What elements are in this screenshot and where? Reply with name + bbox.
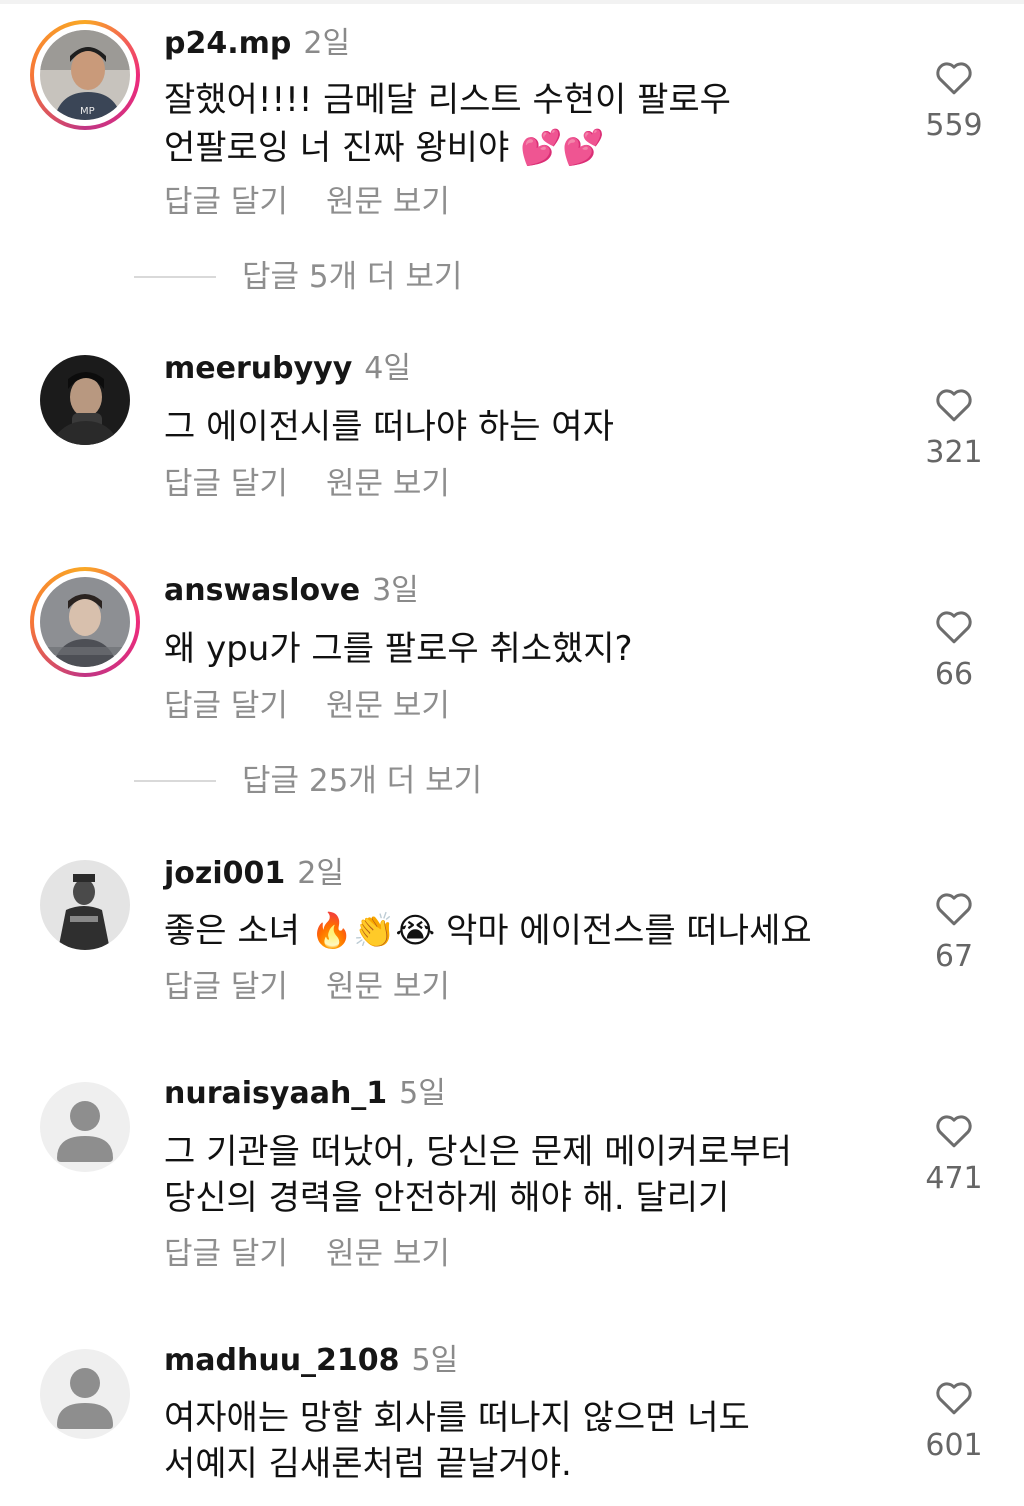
see-original-button[interactable]: 원문 보기 — [326, 466, 450, 502]
replies-divider-line — [134, 780, 216, 782]
comment-username[interactable]: madhuu_2108 5일 — [164, 1341, 458, 1381]
comment-username[interactable]: meerubyyy 4일 — [164, 349, 411, 389]
heart-icon[interactable] — [934, 889, 974, 927]
avatar[interactable] — [30, 567, 140, 677]
comment-text-line: 언팔로잉 너 진짜 왕비야 💕💕 — [164, 128, 605, 168]
like-control: 66 — [918, 607, 990, 695]
like-control: 321 — [918, 385, 990, 473]
like-count: 321 — [925, 435, 983, 470]
like-count: 67 — [934, 939, 974, 974]
svg-text:MP: MP — [80, 106, 95, 117]
comment-username[interactable]: nuraisyaah_1 5일 — [164, 1074, 446, 1114]
heart-icon[interactable] — [934, 1111, 974, 1149]
comment-time: 3일 — [372, 573, 419, 608]
heart-icon[interactable] — [934, 1378, 974, 1416]
default-user-icon — [40, 1082, 130, 1172]
like-control: 67 — [918, 889, 990, 977]
like-count: 471 — [925, 1161, 983, 1196]
comment-time: 2일 — [303, 26, 351, 61]
comment-actions: 답글 달기 원문 보기 — [164, 967, 488, 1007]
reply-button[interactable]: 답글 달기 — [164, 466, 288, 502]
comment-text-line: 잘했어!!!! 금메달 리스트 수현이 팔로우 — [164, 80, 731, 120]
avatar[interactable] — [30, 850, 140, 960]
reply-button[interactable]: 답글 달기 — [164, 1236, 288, 1272]
like-count: 601 — [925, 1428, 983, 1463]
comment-time: 5일 — [399, 1076, 446, 1111]
see-original-button[interactable]: 원문 보기 — [326, 969, 450, 1005]
see-original-button[interactable]: 원문 보기 — [326, 688, 450, 724]
comment-actions: 답글 달기 원문 보기 — [164, 464, 488, 504]
comment-text-line: 왜 ypu가 그를 팔로우 취소했지? — [164, 629, 633, 669]
comment-time: 2일 — [297, 856, 344, 891]
heart-icon[interactable] — [934, 58, 974, 96]
like-count: 66 — [934, 657, 974, 692]
like-control: 471 — [918, 1111, 990, 1199]
like-control: 601 — [918, 1378, 990, 1466]
comment-actions: 답글 달기 원문 보기 — [164, 182, 488, 222]
comment-time: 4일 — [364, 351, 411, 386]
comment-text-line: 당신의 경력을 안전하게 해야 해. 달리기 — [164, 1178, 730, 1218]
view-more-replies-label[interactable]: 답글 5개 더 보기 — [242, 257, 462, 297]
comment-actions: 답글 달기 원문 보기 — [164, 686, 488, 726]
heart-icon[interactable] — [934, 385, 974, 423]
comment-username[interactable]: jozi001 2일 — [164, 854, 344, 894]
default-user-icon — [40, 1349, 130, 1439]
top-divider — [0, 0, 1024, 4]
avatar-image — [40, 355, 130, 445]
avatar[interactable] — [30, 1339, 140, 1449]
comment-time: 5일 — [411, 1343, 459, 1378]
view-more-replies-label[interactable]: 답글 25개 더 보기 — [242, 761, 482, 801]
avatar-image: MP — [40, 30, 130, 120]
avatar-image — [40, 577, 130, 667]
replies-divider-line — [134, 276, 216, 278]
reply-button[interactable]: 답글 달기 — [164, 969, 288, 1005]
reply-button[interactable]: 답글 달기 — [164, 688, 288, 724]
comment-username[interactable]: p24.mp 2일 — [164, 24, 350, 64]
avatar[interactable]: MP — [30, 20, 140, 130]
heart-icon[interactable] — [934, 607, 974, 645]
reply-button[interactable]: 답글 달기 — [164, 184, 288, 220]
comment-actions: 답글 달기 원문 보기 — [164, 1234, 488, 1274]
avatar[interactable] — [30, 345, 140, 455]
comment-text-line: 여자애는 망할 회사를 떠나지 않으면 너도 — [164, 1398, 750, 1438]
comment-username[interactable]: answaslove 3일 — [164, 571, 419, 611]
comment-text-line: 서예지 김새론처럼 끝날거야. — [164, 1444, 572, 1484]
see-original-button[interactable]: 원문 보기 — [326, 1236, 450, 1272]
comment-text-line: 그 기관을 떠났어, 당신은 문제 메이커로부터 — [164, 1132, 792, 1172]
avatar-image — [40, 860, 130, 950]
avatar[interactable] — [30, 1072, 140, 1182]
comment-text-line: 그 에이전시를 떠나야 하는 여자 — [164, 407, 614, 447]
see-original-button[interactable]: 원문 보기 — [326, 184, 450, 220]
like-count: 559 — [925, 108, 983, 143]
like-control: 559 — [918, 58, 990, 146]
comment-text-line: 좋은 소녀 🔥👏😭 악마 에이전스를 떠나세요 — [164, 911, 812, 951]
